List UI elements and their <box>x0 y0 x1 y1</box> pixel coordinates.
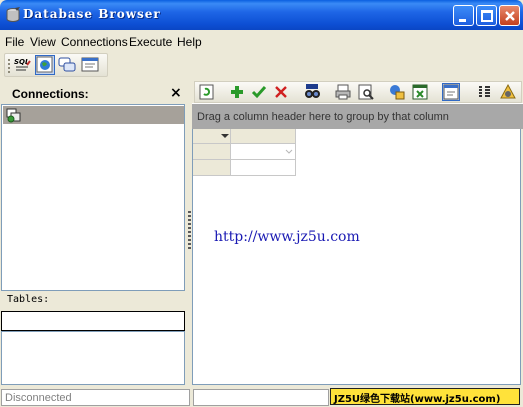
chat-button[interactable] <box>57 55 77 75</box>
grid-cell[interactable] <box>231 160 296 176</box>
close-icon <box>505 11 515 21</box>
grid-row-header[interactable] <box>193 144 231 160</box>
title-bar: Database Browser <box>0 0 523 30</box>
site-watermark-badge: JZ5U绿色下载站(www.jz5u.com) <box>330 388 520 405</box>
status-panel-connection: Disconnected <box>1 389 190 406</box>
export-button[interactable] <box>388 83 406 101</box>
export-icon <box>390 85 405 100</box>
menu-file[interactable]: File <box>5 35 24 49</box>
columns-button[interactable] <box>475 83 493 101</box>
database-app-icon <box>6 7 20 22</box>
connections-close-icon[interactable]: × <box>170 85 182 101</box>
connection-status: Disconnected <box>5 392 72 404</box>
add-icon <box>231 86 243 98</box>
sql-icon: SQL <box>14 58 31 71</box>
preview-icon <box>358 84 374 100</box>
panel-button[interactable] <box>442 83 460 101</box>
tables-filter-input[interactable] <box>1 311 185 331</box>
check-icon <box>251 86 267 99</box>
connection-tree-node[interactable] <box>3 106 184 124</box>
tables-list[interactable] <box>1 331 185 385</box>
cell-dropdown-icon <box>285 149 293 154</box>
menu-view[interactable]: View <box>30 35 56 49</box>
print-icon <box>335 84 351 100</box>
connections-tree[interactable] <box>1 104 185 291</box>
check-button[interactable] <box>250 83 268 101</box>
settings-button[interactable] <box>499 83 517 101</box>
form-icon <box>81 57 99 72</box>
tables-label: Tables: <box>7 294 50 305</box>
menu-execute[interactable]: Execute <box>129 35 172 49</box>
columns-icon <box>479 86 490 97</box>
connection-icon <box>6 108 21 123</box>
menu-connections[interactable]: Connections <box>61 35 128 49</box>
globe-button[interactable] <box>35 55 55 75</box>
minimize-button[interactable] <box>453 5 474 26</box>
grid-cell[interactable] <box>231 144 296 160</box>
excel-icon <box>412 84 428 100</box>
toolbar-grip[interactable] <box>8 59 10 73</box>
find-button[interactable] <box>303 83 321 101</box>
right-panel: Drag a column header here to group by th… <box>192 81 523 385</box>
connections-title: Connections: <box>12 87 89 101</box>
globe-icon <box>36 56 53 73</box>
refresh-button[interactable] <box>198 83 216 101</box>
splitter-grip[interactable] <box>188 211 191 251</box>
watermark-url: http://www.jz5u.com <box>214 229 360 245</box>
print-button[interactable] <box>334 83 352 101</box>
window-title: Database Browser <box>23 7 161 21</box>
add-button[interactable] <box>228 83 246 101</box>
left-panel: Connections: × Tables: <box>0 81 187 385</box>
binoculars-icon <box>305 84 320 98</box>
panel-icon <box>443 84 459 100</box>
close-button[interactable] <box>499 5 520 26</box>
settings-icon <box>500 83 516 99</box>
status-panel-info <box>193 389 329 406</box>
group-by-hint: Drag a column header here to group by th… <box>197 111 449 123</box>
group-by-area[interactable]: Drag a column header here to group by th… <box>192 103 523 129</box>
maximize-button[interactable] <box>476 5 497 26</box>
grid-column-header[interactable] <box>231 129 296 144</box>
delete-button[interactable] <box>272 83 290 101</box>
delete-icon <box>275 86 287 98</box>
grid-row-header[interactable] <box>193 160 231 176</box>
menu-help[interactable]: Help <box>177 35 202 49</box>
refresh-icon <box>199 84 214 100</box>
connections-header: Connections: × <box>2 83 185 103</box>
excel-button[interactable] <box>411 83 429 101</box>
chat-icon <box>58 57 76 72</box>
grid-toolbar <box>194 81 522 103</box>
main-toolbar: SQL <box>4 53 108 77</box>
sql-button[interactable]: SQL <box>13 55 33 75</box>
preview-button[interactable] <box>357 83 375 101</box>
data-grid[interactable]: http://www.jz5u.com <box>192 129 521 385</box>
dropdown-arrow-icon <box>221 134 229 138</box>
grid-corner-header[interactable] <box>193 129 231 144</box>
menu-bar: File View Connections Execute Help <box>0 30 523 52</box>
minimize-icon <box>459 19 466 22</box>
form-button[interactable] <box>80 55 100 75</box>
maximize-icon <box>481 10 493 22</box>
